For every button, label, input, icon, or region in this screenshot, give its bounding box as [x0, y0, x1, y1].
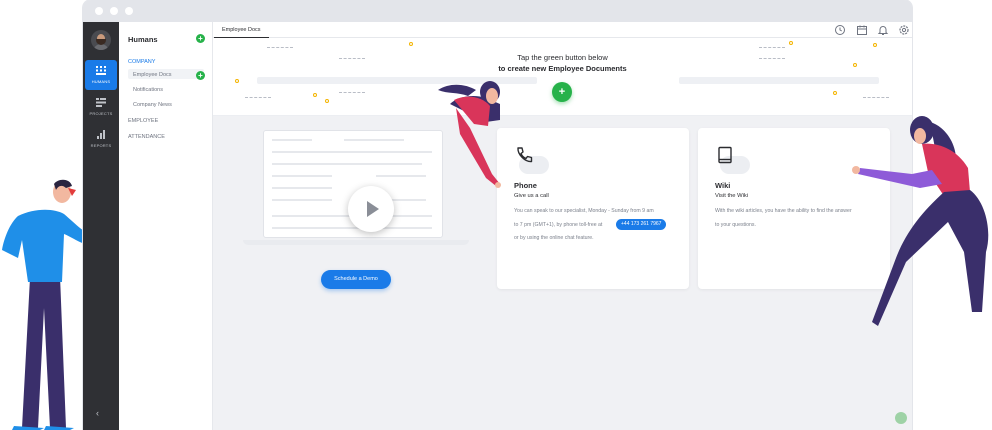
nav-rail: HUMANS PROJECTS REPORTS ‹	[83, 22, 119, 430]
window-dot[interactable]	[125, 7, 133, 15]
hero-text-line1: Tap the green button below	[517, 53, 608, 62]
preview-line	[272, 199, 332, 201]
preview-line	[272, 139, 312, 141]
preview-line	[272, 151, 432, 153]
video-preview[interactable]	[263, 130, 443, 238]
stage: HUMANS PROJECTS REPORTS ‹ Humans + COMPA…	[0, 0, 992, 430]
rail-item-humans[interactable]: HUMANS	[85, 60, 117, 90]
decor-line	[267, 47, 293, 49]
rail-label: REPORTS	[90, 143, 112, 148]
preview-line	[272, 163, 422, 165]
card-subtitle: Give us a call	[514, 193, 549, 199]
card-text: or by using the online chat feature.	[514, 235, 594, 241]
card-text: to your questions.	[715, 222, 756, 228]
sidebar-title: Humans	[128, 35, 158, 44]
create-document-button[interactable]: +	[552, 82, 572, 102]
sidebar: Humans + COMPANY Employee Docs + Notific…	[119, 22, 215, 430]
decor-line	[863, 97, 889, 99]
rail-item-reports[interactable]: REPORTS	[85, 124, 117, 154]
decor-line	[245, 97, 271, 99]
app-window: HUMANS PROJECTS REPORTS ‹ Humans + COMPA…	[83, 0, 912, 430]
rail-label: PROJECTS	[89, 111, 113, 116]
decor-line	[339, 92, 365, 94]
rail-item-projects[interactable]: PROJECTS	[85, 92, 117, 122]
bell-icon[interactable]	[877, 24, 889, 36]
play-button[interactable]	[348, 186, 394, 232]
add-icon[interactable]: +	[196, 34, 205, 43]
card-text: to 7 pm (GMT+1), by phone toll-free at	[514, 222, 603, 228]
bar-chart-icon	[97, 130, 105, 139]
add-icon[interactable]: +	[196, 71, 205, 80]
avatar[interactable]	[91, 30, 111, 50]
book-icon	[718, 146, 732, 164]
sidebar-item-notifications[interactable]: Notifications	[133, 87, 163, 93]
play-icon	[367, 201, 379, 217]
collapse-icon[interactable]: ‹	[96, 408, 99, 418]
sidebar-item-employee-docs[interactable]: Employee Docs	[133, 72, 172, 78]
title-bar	[83, 0, 912, 22]
grid-icon	[96, 66, 106, 75]
hero-text-line2: to create new Employee Documents	[498, 64, 627, 73]
layers-icon	[96, 98, 106, 107]
decor-dot	[409, 42, 413, 46]
tab-employee-docs[interactable]: Employee Docs	[214, 22, 269, 38]
woman-hanging-illustration	[438, 81, 501, 188]
decor-bar	[679, 77, 879, 84]
sidebar-item-attendance[interactable]: ATTENDANCE	[128, 134, 165, 140]
preview-line	[344, 139, 404, 141]
settings-icon[interactable]	[898, 24, 910, 36]
window-dot[interactable]	[95, 7, 103, 15]
decor-dot	[833, 91, 837, 95]
card-subtitle: Visit the Wiki	[715, 193, 749, 199]
schedule-demo-button[interactable]: Schedule a Demo	[321, 270, 391, 289]
woman-sitting-illustration	[852, 116, 989, 326]
calendar-icon[interactable]	[856, 24, 868, 36]
preview-line	[272, 187, 332, 189]
clock-icon[interactable]	[834, 24, 846, 36]
decor-line	[759, 47, 785, 49]
phone-number-link[interactable]: +44 173 261 7967	[616, 219, 667, 230]
sidebar-item-company-news[interactable]: Company News	[133, 102, 172, 108]
decor-dot	[235, 79, 239, 83]
decor-dot	[789, 41, 793, 45]
decor-dot	[313, 93, 317, 97]
laptop-base	[243, 240, 469, 245]
rail-label: HUMANS	[91, 79, 111, 84]
preview-line	[272, 175, 332, 177]
tab-bar: Employee Docs	[213, 22, 912, 38]
card-title: Wiki	[715, 181, 731, 190]
preview-line	[272, 227, 432, 229]
chat-icon[interactable]	[895, 412, 907, 424]
sidebar-item-employee[interactable]: EMPLOYEE	[128, 118, 158, 124]
card-text: You can speak to our specialist, Monday …	[514, 208, 654, 214]
card-text: With the wiki articles, you have the abi…	[715, 208, 852, 214]
window-dot[interactable]	[110, 7, 118, 15]
sidebar-item-company[interactable]: COMPANY	[128, 59, 155, 65]
decor-dot	[325, 99, 329, 103]
hero-banner: Tap the green button below to create new…	[213, 38, 912, 116]
decor-dot	[873, 43, 877, 47]
preview-line	[376, 175, 426, 177]
